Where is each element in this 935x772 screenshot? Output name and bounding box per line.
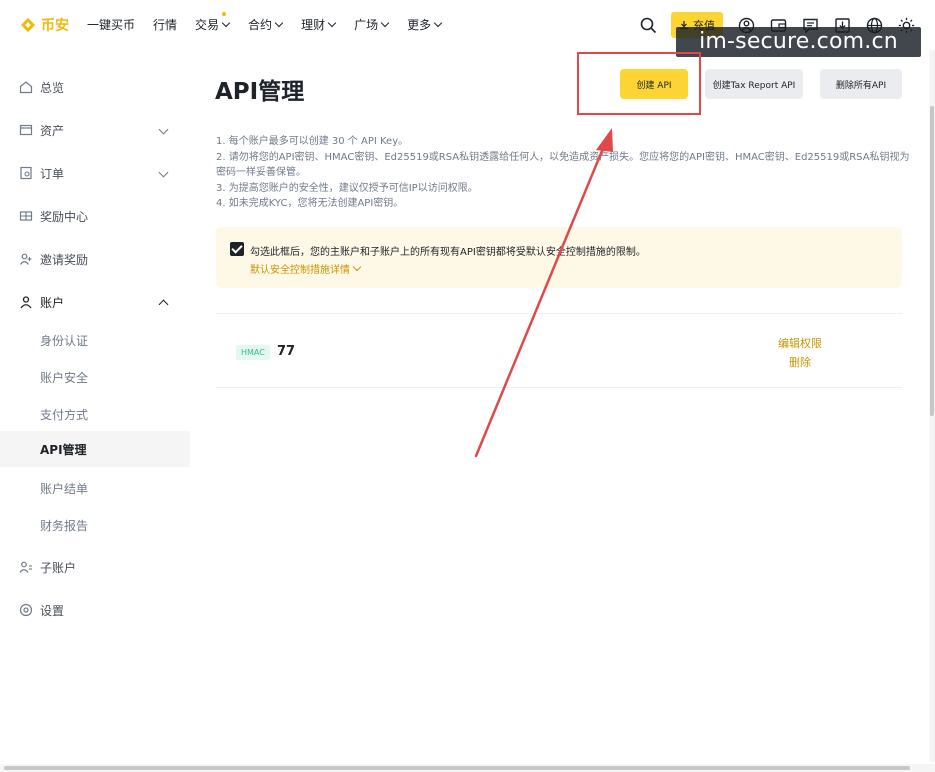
horizontal-scrollbar[interactable]: [0, 764, 935, 772]
annotation-highlight-box: [577, 52, 701, 115]
security-control-alert: 勾选此框后，您的主账户和子账户上的所有现有API密钥都将受默认安全控制措施的限制…: [216, 227, 902, 288]
order-icon: [20, 166, 32, 180]
alert-text: 勾选此框后，您的主账户和子账户上的所有现有API密钥都将受默认安全控制措施的限制…: [250, 247, 646, 258]
settings-icon: [19, 603, 33, 617]
sidebar-item-orders[interactable]: 订单: [0, 155, 190, 191]
note-line: 1. 每个账户最多可以创建 30 个 API Key。: [216, 136, 409, 147]
sidebar-subitem-statement[interactable]: 账户结单: [0, 470, 190, 506]
chevron-down-icon: [327, 20, 336, 29]
reward-icon: [19, 211, 33, 221]
nav-item-futures[interactable]: 合约: [248, 16, 283, 33]
api-notes: 1. 每个账户最多可以创建 30 个 API Key。 2. 请勿将您的API密…: [216, 134, 911, 212]
chevron-down-icon: [159, 126, 168, 135]
chevron-down-icon: [380, 20, 389, 29]
chevron-down-icon: [274, 20, 283, 29]
delete-all-api-button[interactable]: 删除所有API: [820, 69, 902, 99]
edit-permissions-link[interactable]: 编辑权限: [778, 335, 822, 351]
subaccount-icon: [19, 561, 32, 573]
sidebar: 总览 资产 订单 奖励中心 邀请奖励 账户 身份认证 账户安全 支付方式 API…: [0, 60, 190, 760]
key-type-badge: HMAC: [236, 345, 270, 360]
sidebar-item-subaccount[interactable]: 子账户: [0, 549, 190, 585]
nav-item-square[interactable]: 广场: [354, 16, 389, 33]
sidebar-subitem-payment[interactable]: 支付方式: [0, 396, 190, 432]
note-line: 2. 请勿将您的API密钥、HMAC密钥、Ed25519或RSA私钥透露给任何人…: [216, 151, 910, 179]
main-menu: 一键买币 行情 交易 合约 理财 广场 更多: [87, 12, 442, 33]
home-icon: [19, 81, 33, 94]
page-title: API管理: [215, 79, 305, 105]
sidebar-item-referral[interactable]: 邀请奖励: [0, 241, 190, 277]
new-dot-icon: [222, 12, 227, 16]
default-security-checkbox[interactable]: [230, 242, 244, 256]
sidebar-item-overview[interactable]: 总览: [0, 69, 190, 105]
api-key-name: 77: [277, 344, 296, 359]
sidebar-subitem-financial-report[interactable]: 财务报告: [0, 507, 190, 543]
sidebar-item-reward-center[interactable]: 奖励中心: [0, 198, 190, 234]
note-line: 3. 为提高您账户的安全性，建议仅授予可信IP以访问权限。: [216, 182, 478, 194]
account-icon: [20, 296, 32, 309]
nav-item-more[interactable]: 更多: [407, 16, 442, 33]
create-tax-report-api-button[interactable]: 创建Tax Report API: [705, 69, 803, 99]
horizontal-scroll-thumb[interactable]: [4, 766, 910, 770]
sidebar-subitem-security[interactable]: 账户安全: [0, 359, 190, 395]
chevron-down-icon: [221, 20, 230, 29]
vertical-scrollbar[interactable]: [929, 50, 935, 762]
brand-logo[interactable]: 币安: [18, 14, 69, 36]
nav-item-earn[interactable]: 理财: [301, 16, 336, 33]
nav-item-markets[interactable]: 行情: [153, 16, 177, 33]
vertical-scroll-thumb[interactable]: [930, 106, 934, 416]
chevron-down-icon: [159, 169, 168, 178]
chevron-down-icon: [433, 20, 442, 29]
wallet-icon: [19, 124, 33, 136]
sidebar-item-assets[interactable]: 资产: [0, 112, 190, 148]
nav-item-trade[interactable]: 交易: [195, 12, 230, 33]
watermark-overlay: im-secure.com.cn: [676, 27, 921, 57]
security-details-link[interactable]: 默认安全控制措施详情: [250, 261, 361, 276]
binance-logo-icon: [18, 15, 38, 35]
note-line: 4. 如未完成KYC，您将无法创建API密钥。: [216, 198, 404, 209]
sidebar-subitem-api-management[interactable]: API管理: [0, 431, 190, 467]
chevron-up-icon: [159, 298, 168, 307]
api-key-row: HMAC 77 编辑权限 删除: [216, 313, 902, 388]
brand-name: 币安: [41, 18, 69, 34]
nav-item-buy-crypto[interactable]: 一键买币: [87, 16, 135, 33]
sidebar-subitem-identity[interactable]: 身份认证: [0, 322, 190, 358]
sidebar-item-settings[interactable]: 设置: [0, 592, 190, 628]
search-icon[interactable]: [639, 16, 657, 34]
invite-icon: [20, 253, 32, 265]
sidebar-item-account[interactable]: 账户: [0, 284, 190, 320]
delete-key-link[interactable]: 删除: [789, 354, 811, 370]
chevron-down-icon: [352, 264, 361, 273]
